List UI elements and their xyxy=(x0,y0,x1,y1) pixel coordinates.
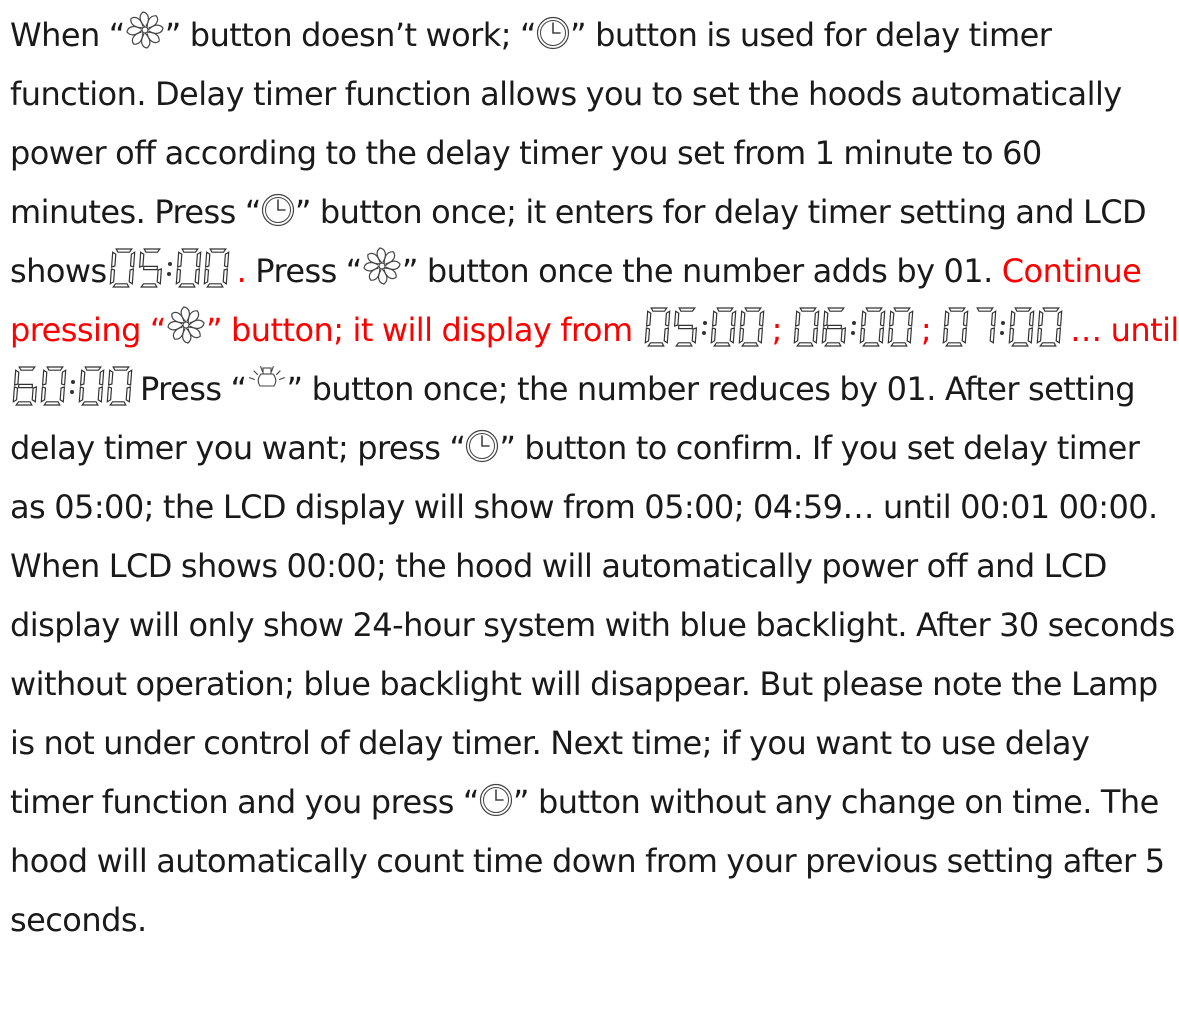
text-segment-highlight: ; xyxy=(920,311,941,349)
fan-icon xyxy=(362,246,402,286)
text-segment-highlight: ” button; it will display from xyxy=(205,311,642,349)
clock-icon xyxy=(261,193,295,227)
text-segment: When “ xyxy=(10,16,125,54)
text-segment: ” button doesn’t work; “ xyxy=(164,16,537,54)
fan-icon xyxy=(166,305,206,345)
fan-icon xyxy=(125,10,165,50)
clock-icon xyxy=(536,16,570,50)
text-segment: Press “ xyxy=(246,252,362,290)
text-segment: ” button once the number adds by 01. xyxy=(401,252,1002,290)
clock-icon xyxy=(465,429,499,463)
lcd-display-07-00 xyxy=(941,307,1069,347)
lamp-icon xyxy=(247,366,287,404)
text-segment-highlight: ; xyxy=(771,311,791,349)
lcd-display-05-00 xyxy=(643,307,771,347)
text-segment-highlight: … until xyxy=(1070,311,1179,349)
text-segment: ” button to confirm. If you set delay ti… xyxy=(10,429,1175,821)
lcd-display-60-00 xyxy=(11,366,139,406)
manual-paragraph: When “” button doesn’t work; “” button i… xyxy=(0,0,1179,1026)
text-segment: . xyxy=(236,252,247,290)
clock-icon xyxy=(479,783,513,817)
text-segment: Press “ xyxy=(140,370,247,408)
lcd-display-06-00 xyxy=(792,307,920,347)
lcd-display-05-00 xyxy=(108,248,236,288)
